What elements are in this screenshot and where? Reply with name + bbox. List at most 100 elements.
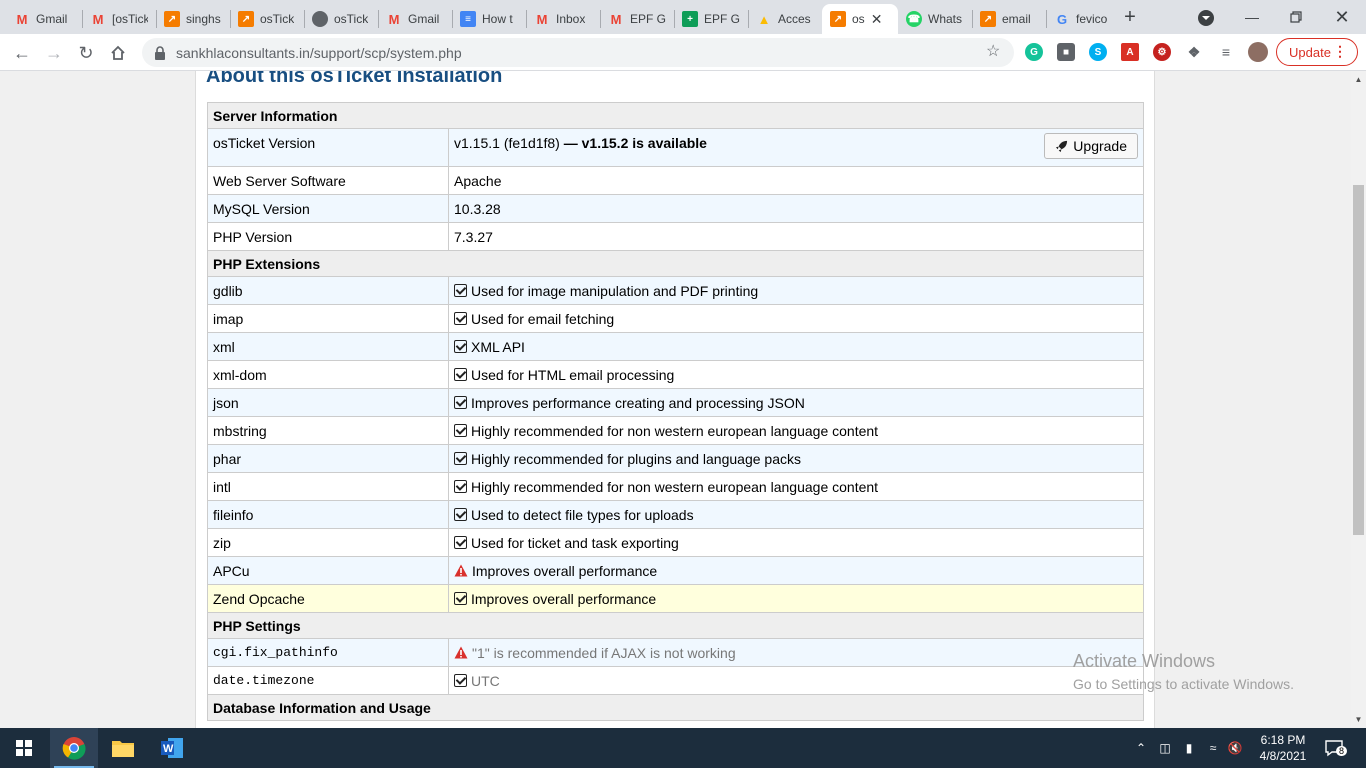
word-icon[interactable]: W <box>148 728 196 768</box>
close-tab-icon[interactable]: ✕ <box>871 11 883 28</box>
tab-title: How t <box>482 12 513 26</box>
table-row: date.timezone UTC <box>207 666 1144 695</box>
extension-name: mbstring <box>207 416 449 445</box>
browser-tab[interactable]: ↗ os ✕ <box>822 4 898 34</box>
table-row: MySQL Version 10.3.28 <box>207 194 1144 223</box>
extension-box-icon[interactable]: ■ <box>1057 43 1075 61</box>
home-icon[interactable] <box>104 39 132 67</box>
browser-tab[interactable]: ↗ email <box>972 4 1046 34</box>
update-button[interactable]: Update ⋮ <box>1276 38 1358 66</box>
scroll-thumb[interactable] <box>1353 185 1364 535</box>
mysql-version-value: 10.3.28 <box>448 194 1144 223</box>
check-icon <box>454 591 467 605</box>
notification-center-icon[interactable]: 8 <box>1322 728 1348 768</box>
browser-tab[interactable]: M Inbox <box>526 4 600 34</box>
browser-tab[interactable]: + EPF G <box>674 4 748 34</box>
setting-name: cgi.fix_pathinfo <box>207 638 449 667</box>
reading-list-icon[interactable]: ≡ <box>1217 43 1235 61</box>
volume-muted-icon[interactable]: 🔇 <box>1226 728 1244 768</box>
meet-now-icon[interactable]: ◫ <box>1156 728 1174 768</box>
osticket-icon: ↗ <box>980 11 996 27</box>
extension-description: Improves overall performance <box>471 590 657 607</box>
browser-tab[interactable]: M [osTick <box>82 4 156 34</box>
tab-title: Gmail <box>36 12 68 26</box>
main-content: About this osTicket Installation Server … <box>195 71 1155 728</box>
puzzle-extensions-icon[interactable]: ❖ <box>1185 43 1203 61</box>
extension-name: APCu <box>207 556 449 585</box>
extension-status-cell: Improves performance creating and proces… <box>448 388 1144 417</box>
minimize-icon[interactable]: — <box>1230 0 1274 34</box>
browser-tab[interactable]: ▲ Acces <box>748 4 822 34</box>
browser-tab[interactable]: ↗ osTick <box>230 4 304 34</box>
reload-icon[interactable]: ↻ <box>72 39 100 67</box>
chrome-taskbar-icon[interactable] <box>50 728 98 768</box>
lock-icon <box>155 45 165 60</box>
new-tab-button[interactable]: + <box>1118 6 1142 30</box>
forward-arrow-icon[interactable]: → <box>40 39 68 67</box>
section-header-extensions: PHP Extensions <box>207 250 1144 277</box>
osticket-icon: ↗ <box>164 11 180 27</box>
browser-tab[interactable]: ☎ Whats <box>898 4 972 34</box>
setting-description: UTC <box>471 672 500 689</box>
drive-icon: ▲ <box>757 11 771 27</box>
page-scrollbar[interactable]: ▲ ▼ <box>1351 71 1366 728</box>
browser-tab[interactable]: osTick <box>304 4 378 34</box>
extension-name: Zend Opcache <box>207 584 449 613</box>
file-explorer-icon[interactable] <box>99 728 147 768</box>
table-row: osTicket Version v1.15.1 (fe1d1f8) — v1.… <box>207 128 1144 167</box>
restore-icon[interactable] <box>1274 0 1318 34</box>
grammarly-icon[interactable]: G <box>1025 43 1043 61</box>
browser-tab[interactable]: ↗ singhs <box>156 4 230 34</box>
tab-title: Gmail <box>408 12 440 26</box>
mysql-version-label: MySQL Version <box>207 194 449 223</box>
docs-icon: ≡ <box>460 11 476 27</box>
extension-status-cell: Used for email fetching <box>448 304 1144 333</box>
browser-tab[interactable]: M Gmail <box>6 4 82 34</box>
scroll-down-icon[interactable]: ▼ <box>1354 715 1363 724</box>
tray-chevron-icon[interactable]: ⌃ <box>1132 728 1150 768</box>
extension-status-cell: Highly recommended for non western europ… <box>448 472 1144 501</box>
search-tabs-icon[interactable] <box>1196 8 1216 28</box>
warning-icon <box>454 564 468 576</box>
scroll-up-icon[interactable]: ▲ <box>1354 75 1363 84</box>
close-window-icon[interactable]: ✕ <box>1320 0 1364 34</box>
gmail-icon: M <box>388 11 400 27</box>
table-row: cgi.fix_pathinfo "1" is recommended if AJ… <box>207 638 1144 667</box>
menu-dots-icon[interactable]: ⋮ <box>1333 43 1347 60</box>
gear-icon[interactable]: ⚙ <box>1153 43 1171 61</box>
table-row: gdlib Used for image manipulation and PDF… <box>207 276 1144 305</box>
bookmark-star-icon[interactable]: ☆ <box>986 43 1004 61</box>
battery-icon[interactable]: ▮ <box>1180 728 1198 768</box>
svg-text:W: W <box>163 743 174 755</box>
notification-count: 8 <box>1336 746 1348 756</box>
osticket-icon: ↗ <box>238 11 254 27</box>
gmail-icon: M <box>92 11 104 27</box>
upgrade-button[interactable]: Upgrade <box>1044 133 1138 159</box>
wifi-icon[interactable]: ≈ <box>1204 728 1222 768</box>
web-server-label: Web Server Software <box>207 166 449 195</box>
osticket-version-value: v1.15.1 (fe1d1f8) <box>454 135 560 151</box>
browser-tab[interactable]: M Gmail <box>378 4 452 34</box>
tab-title: Acces <box>778 12 811 26</box>
clock-date: 4/8/2021 <box>1259 749 1307 763</box>
extension-status-cell: Used for ticket and task exporting <box>448 528 1144 557</box>
extension-name: gdlib <box>207 276 449 305</box>
update-label: Update <box>1289 44 1331 60</box>
browser-tab[interactable]: Gfevico <box>1046 4 1120 34</box>
browser-tab[interactable]: M EPF G <box>600 4 674 34</box>
extension-name: imap <box>207 304 449 333</box>
page-viewport: About this osTicket Installation Server … <box>0 71 1351 728</box>
taskbar-clock[interactable]: 6:18 PM 4/8/2021 <box>1248 732 1318 764</box>
extension-description: XML API <box>471 338 525 355</box>
extension-status-cell: Highly recommended for plugins and langu… <box>448 444 1144 473</box>
profile-avatar[interactable] <box>1248 42 1268 62</box>
windows-start-icon[interactable] <box>0 728 48 768</box>
table-row: APCu Improves overall performance <box>207 556 1144 585</box>
web-server-value: Apache <box>448 166 1144 195</box>
back-arrow-icon[interactable]: ← <box>8 39 36 67</box>
browser-toolbar: ← → ↻ sankhlaconsultants.in/support/scp/… <box>0 34 1366 71</box>
address-bar[interactable]: sankhlaconsultants.in/support/scp/system… <box>142 38 1014 67</box>
browser-tab[interactable]: ≡ How t <box>452 4 526 34</box>
skype-icon[interactable]: S <box>1089 43 1107 61</box>
pdf-icon[interactable]: A <box>1121 43 1139 61</box>
